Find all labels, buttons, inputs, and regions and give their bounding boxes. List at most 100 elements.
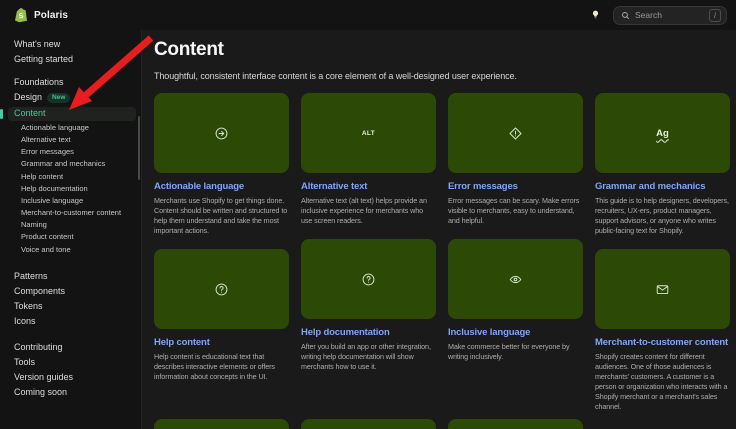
card-column-2: ALT Alternative text Alternative text (a… xyxy=(301,93,436,412)
card-description: Merchants use Shopify to get things done… xyxy=(154,196,289,236)
card-image-partial[interactable] xyxy=(448,419,583,429)
sidebar-item-version-guides[interactable]: Version guides xyxy=(8,371,136,385)
sidebar-subitem-label: Help documentation xyxy=(21,184,88,193)
card-column-4: Ag Grammar and mechanics This guide is t… xyxy=(595,93,730,412)
search-icon xyxy=(621,11,630,20)
lightbulb-icon xyxy=(591,9,600,22)
card-title-link[interactable]: Alternative text xyxy=(301,181,436,192)
sidebar-item-label: Icons xyxy=(14,317,36,326)
alt-badge-icon: ALT xyxy=(362,130,375,137)
card-column-1: Actionable language Merchants use Shopif… xyxy=(154,93,289,412)
sidebar-top-links: What's new Getting started xyxy=(0,37,141,66)
card-description: This guide is to help designers, develop… xyxy=(595,196,730,236)
card-image[interactable]: Ag xyxy=(595,93,730,173)
sidebar-subitem-label: Grammar and mechanics xyxy=(21,159,105,168)
sidebar-subitem-label: Inclusive language xyxy=(21,196,83,205)
card-help-documentation[interactable]: Help documentation After you build an ap… xyxy=(301,239,436,372)
email-envelope-icon xyxy=(655,282,670,297)
card-title-link[interactable]: Error messages xyxy=(448,181,583,192)
sidebar-item-icons[interactable]: Icons xyxy=(8,315,136,329)
sidebar-subitem-product-content[interactable]: Product content xyxy=(8,231,141,243)
sidebar-item-tools[interactable]: Tools xyxy=(8,356,136,370)
card-image[interactable] xyxy=(448,93,583,173)
card-title-link[interactable]: Inclusive language xyxy=(448,327,583,338)
sidebar-subitem-label: Naming xyxy=(21,220,47,229)
card-title-link[interactable]: Actionable language xyxy=(154,181,289,192)
sidebar-subitem-label: Error messages xyxy=(21,147,74,156)
card-image[interactable] xyxy=(301,239,436,319)
sidebar-item-label: Content xyxy=(14,109,46,118)
sidebar-library-group: Patterns Components Tokens Icons xyxy=(0,270,141,329)
sidebar-subitem-label: Voice and tone xyxy=(21,245,71,254)
card-actionable-language[interactable]: Actionable language Merchants use Shopif… xyxy=(154,93,289,236)
sidebar-bottom-group: Contributing Tools Version guides Coming… xyxy=(0,341,141,400)
sidebar-subitem-label: Product content xyxy=(21,232,74,241)
sidebar-subitem-naming[interactable]: Naming xyxy=(8,219,141,231)
shopify-bag-logo-icon: S xyxy=(14,7,28,23)
card-help-content[interactable]: Help content Help content is educational… xyxy=(154,249,289,382)
sidebar-item-label: Tokens xyxy=(14,302,43,311)
arrow-right-circle-icon xyxy=(214,126,229,141)
card-image[interactable]: ALT xyxy=(301,93,436,173)
card-description: Error messages can be scary. Make errors… xyxy=(448,196,583,226)
sidebar-subitem-merchant-to-customer-content[interactable]: Merchant-to-customer content xyxy=(8,207,141,219)
sidebar-subitem-help-documentation[interactable]: Help documentation xyxy=(8,182,141,194)
sidebar-item-content[interactable]: Content xyxy=(8,107,136,121)
sidebar-subitem-label: Help content xyxy=(21,172,63,181)
card-image[interactable] xyxy=(154,249,289,329)
card-image[interactable] xyxy=(448,239,583,319)
card-title-link[interactable]: Help content xyxy=(154,337,289,348)
card-image[interactable] xyxy=(595,249,730,329)
sidebar-item-foundations[interactable]: Foundations xyxy=(8,75,136,89)
card-description: Alternative text (alt text) helps provid… xyxy=(301,196,436,226)
card-title-link[interactable]: Merchant-to-customer content xyxy=(595,337,730,348)
card-column-3: Error messages Error messages can be sca… xyxy=(448,93,583,412)
sidebar-scrollbar-thumb[interactable] xyxy=(138,116,140,180)
sidebar-item-tokens[interactable]: Tokens xyxy=(8,300,136,314)
sidebar-subitem-help-content[interactable]: Help content xyxy=(8,170,141,182)
sidebar-item-label: Getting started xyxy=(14,55,73,64)
card-image-partial[interactable] xyxy=(154,419,289,429)
card-inclusive-language[interactable]: Inclusive language Make commerce better … xyxy=(448,239,583,362)
card-grid: Actionable language Merchants use Shopif… xyxy=(154,93,731,412)
sidebar-item-whats-new[interactable]: What's new xyxy=(8,37,136,51)
sidebar-subitem-label: Merchant-to-customer content xyxy=(21,208,121,217)
sidebar-subitem-actionable-language[interactable]: Actionable language xyxy=(8,122,141,134)
brand-name: Polaris xyxy=(34,10,68,21)
card-image-partial[interactable] xyxy=(301,419,436,429)
card-merchant-to-customer-content[interactable]: Merchant-to-customer content Shopify cre… xyxy=(595,249,730,412)
question-circle-icon xyxy=(214,282,229,297)
sidebar-subitem-voice-and-tone[interactable]: Voice and tone xyxy=(8,243,141,255)
card-error-messages[interactable]: Error messages Error messages can be sca… xyxy=(448,93,583,226)
sidebar-subitem-error-messages[interactable]: Error messages xyxy=(8,146,141,158)
alert-diamond-icon xyxy=(508,126,523,141)
question-circle-icon xyxy=(361,272,376,287)
sidebar-subitem-alternative-text[interactable]: Alternative text xyxy=(8,134,141,146)
theme-toggle-button[interactable] xyxy=(588,7,602,23)
card-title-link[interactable]: Help documentation xyxy=(301,327,436,338)
card-alternative-text[interactable]: ALT Alternative text Alternative text (a… xyxy=(301,93,436,226)
sidebar-subitem-inclusive-language[interactable]: Inclusive language xyxy=(8,195,141,207)
search-box[interactable]: / xyxy=(613,6,727,25)
card-title-link[interactable]: Grammar and mechanics xyxy=(595,181,730,192)
sidebar-subitem-grammar-and-mechanics[interactable]: Grammar and mechanics xyxy=(8,158,141,170)
card-grammar-and-mechanics[interactable]: Ag Grammar and mechanics This guide is t… xyxy=(595,93,730,236)
sidebar-item-patterns[interactable]: Patterns xyxy=(8,270,136,284)
sidebar-item-label: Coming soon xyxy=(14,388,67,397)
sidebar-item-label: Design xyxy=(14,93,42,102)
page-title: Content xyxy=(154,40,731,60)
sidebar-item-contributing[interactable]: Contributing xyxy=(8,341,136,355)
top-bar: S Polaris / xyxy=(0,0,736,30)
polaris-home-link[interactable]: S Polaris xyxy=(14,7,68,23)
sidebar-item-components[interactable]: Components xyxy=(8,285,136,299)
sidebar-item-coming-soon[interactable]: Coming soon xyxy=(8,386,136,400)
sidebar-item-label: Contributing xyxy=(14,343,63,352)
card-image[interactable] xyxy=(154,93,289,173)
sidebar-item-label: Patterns xyxy=(14,272,48,281)
sidebar-item-design[interactable]: Design New xyxy=(8,90,136,106)
sidebar-item-getting-started[interactable]: Getting started xyxy=(8,52,136,66)
sidebar-item-label: Tools xyxy=(14,358,35,367)
sidebar-foundations-group: Foundations Design New Content Actionabl… xyxy=(0,75,141,256)
search-input[interactable] xyxy=(635,10,704,20)
main-content: Content Thoughtful, consistent interface… xyxy=(142,30,736,429)
